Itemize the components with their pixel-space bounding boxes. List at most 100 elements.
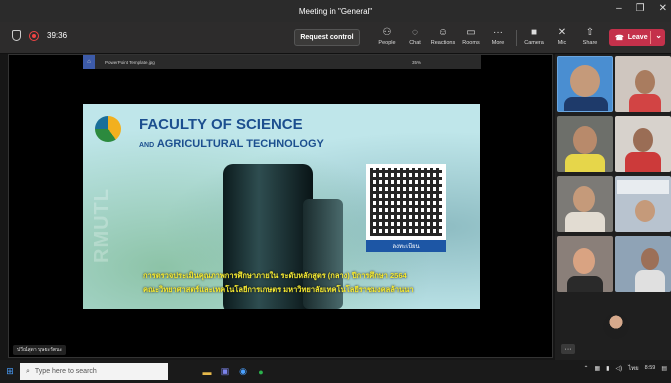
participant-video[interactable] bbox=[615, 56, 671, 112]
participant-face bbox=[570, 65, 600, 97]
subtitle-prefix: AND bbox=[139, 142, 155, 149]
leave-label: Leave bbox=[627, 34, 648, 41]
home-icon[interactable]: ⌂ bbox=[83, 55, 95, 69]
teams-icon[interactable]: ▣ bbox=[216, 363, 234, 380]
phone-icon: ☎ bbox=[615, 34, 624, 42]
window-title: Meeting in "General" bbox=[298, 6, 373, 16]
mic-off-icon: ✕ bbox=[557, 27, 567, 38]
participant-body bbox=[565, 212, 605, 232]
qr-code bbox=[366, 164, 446, 240]
participant-video[interactable] bbox=[557, 56, 613, 112]
more-label: More bbox=[491, 40, 505, 46]
participant-face bbox=[573, 248, 595, 274]
presenter-name: ปวีณ์สุดา บุษยะรัตนะ bbox=[13, 345, 67, 355]
mic-label: Mic bbox=[557, 40, 567, 46]
screen-share[interactable]: ⌂ PowerPoint Template.jpg 35% RMUTL FACU… bbox=[8, 54, 553, 358]
faculty-logo bbox=[95, 116, 121, 142]
windows-taskbar: ⊞ ⌕ Type here to search ▬ ▣ ◉ ● ⌃ ▦ ▮ ◁)… bbox=[0, 360, 671, 383]
reactions-button[interactable]: ☺ Reactions bbox=[429, 26, 457, 52]
share-button[interactable]: ⇧ Share bbox=[576, 26, 604, 52]
participant-video[interactable] bbox=[615, 176, 671, 232]
minimize-icon[interactable]: – bbox=[616, 3, 622, 14]
chevron-up-icon[interactable]: ⌃ bbox=[583, 365, 588, 372]
camera-button[interactable]: ■ Camera bbox=[520, 26, 548, 52]
recording-icon bbox=[29, 30, 39, 41]
request-control-button[interactable]: Request control bbox=[294, 29, 360, 46]
participant-face bbox=[641, 248, 659, 270]
camera-icon: ■ bbox=[530, 27, 538, 38]
chevron-down-icon[interactable]: ⌄ bbox=[655, 31, 662, 40]
participant-face bbox=[573, 126, 597, 154]
slide-caption-line1: การตรวจประเมินคุณภาพการศึกษาภายใน ระดับห… bbox=[143, 271, 407, 280]
more-icon: ··· bbox=[493, 27, 503, 38]
slide-title: FACULTY OF SCIENCE bbox=[139, 116, 303, 133]
line-icon[interactable]: ● bbox=[252, 363, 270, 380]
participant-face bbox=[635, 200, 655, 222]
image-viewer-bar: ⌂ PowerPoint Template.jpg 35% bbox=[83, 55, 481, 69]
camera-label: Camera bbox=[524, 40, 544, 46]
people-label: People bbox=[378, 40, 396, 46]
participant-body bbox=[565, 154, 605, 172]
network-icon[interactable]: ▦ bbox=[595, 365, 601, 372]
reactions-icon: ☺ bbox=[437, 27, 449, 38]
people-button[interactable]: ⚇ People bbox=[373, 26, 401, 52]
file-explorer-icon[interactable]: ▬ bbox=[198, 363, 216, 380]
participant-body bbox=[635, 270, 665, 292]
toolbar-divider bbox=[516, 30, 517, 46]
search-placeholder: Type here to search bbox=[34, 368, 97, 375]
participant-video[interactable] bbox=[557, 236, 613, 292]
participant-video[interactable] bbox=[615, 236, 671, 292]
clock[interactable]: 8:59 bbox=[645, 365, 656, 372]
mic-tray-icon[interactable]: ▮ bbox=[606, 365, 609, 372]
more-participants-button[interactable]: ··· bbox=[561, 344, 575, 354]
system-tray: ⌃ ▦ ▮ ◁) ไทย 8:59 ▤ bbox=[583, 363, 667, 373]
chat-label: Chat bbox=[409, 40, 421, 46]
share-label: Share bbox=[582, 40, 598, 46]
qr-label: ลงทะเบียน bbox=[366, 240, 446, 252]
participant-face bbox=[633, 128, 653, 152]
participant-video[interactable] bbox=[557, 176, 613, 232]
subtitle-text: AGRICULTURAL TECHNOLOGY bbox=[156, 138, 324, 150]
maximize-icon[interactable]: ❐ bbox=[636, 3, 645, 14]
participant-video[interactable] bbox=[615, 116, 671, 172]
meeting-status: 39:36 bbox=[12, 30, 67, 41]
presentation-slide: RMUTL FACULTY OF SCIENCE AND AGRICULTURA… bbox=[83, 104, 480, 309]
title-bar: Meeting in "General" – ❐ ✕ bbox=[0, 0, 671, 22]
language-indicator[interactable]: ไทย bbox=[628, 363, 639, 373]
search-icon: ⌕ bbox=[26, 367, 30, 375]
slide-thumbnail bbox=[617, 180, 669, 194]
mic-button[interactable]: ✕ Mic bbox=[548, 26, 576, 52]
rooms-icon: ▭ bbox=[466, 27, 476, 38]
shared-content-stage: ⌂ PowerPoint Template.jpg 35% RMUTL FACU… bbox=[0, 54, 555, 360]
notification-icon[interactable]: ▤ bbox=[661, 365, 667, 372]
meeting-toolbar: 39:36 Request control ⚇ People ◌ Chat ☺ … bbox=[0, 22, 671, 54]
participant-body bbox=[567, 276, 603, 292]
leave-divider bbox=[650, 31, 651, 44]
slide-subtitle: AND AGRICULTURAL TECHNOLOGY bbox=[139, 138, 324, 150]
chat-button[interactable]: ◌ Chat bbox=[401, 26, 429, 52]
participant-body bbox=[625, 152, 661, 172]
rooms-button[interactable]: ▭ Rooms bbox=[457, 26, 485, 52]
viewer-zoom: 35% bbox=[411, 59, 421, 65]
taskbar-search[interactable]: ⌕ Type here to search bbox=[20, 363, 168, 380]
rooms-label: Rooms bbox=[462, 40, 480, 46]
edge-icon[interactable]: ◉ bbox=[234, 363, 252, 380]
shield-icon[interactable] bbox=[12, 30, 21, 41]
window-controls: – ❐ ✕ bbox=[616, 3, 667, 14]
slide-vertical-text: RMUTL bbox=[90, 188, 113, 263]
people-icon: ⚇ bbox=[382, 27, 392, 38]
reactions-label: Reactions bbox=[430, 40, 456, 46]
meeting-timer: 39:36 bbox=[47, 31, 68, 40]
share-icon: ⇧ bbox=[585, 27, 595, 38]
ellipsis-icon: ··· bbox=[564, 345, 572, 353]
viewer-filename: PowerPoint Template.jpg bbox=[105, 59, 155, 65]
more-button[interactable]: ··· More bbox=[484, 26, 512, 52]
participant-video[interactable] bbox=[557, 116, 613, 172]
leave-button[interactable]: ☎ Leave ⌄ bbox=[609, 29, 665, 46]
chat-icon: ◌ bbox=[412, 27, 418, 38]
participant-body bbox=[629, 94, 661, 112]
close-icon[interactable]: ✕ bbox=[659, 3, 667, 14]
windows-start-icon[interactable]: ⊞ bbox=[0, 366, 20, 377]
self-avatar bbox=[603, 313, 629, 339]
volume-icon[interactable]: ◁) bbox=[615, 365, 622, 372]
